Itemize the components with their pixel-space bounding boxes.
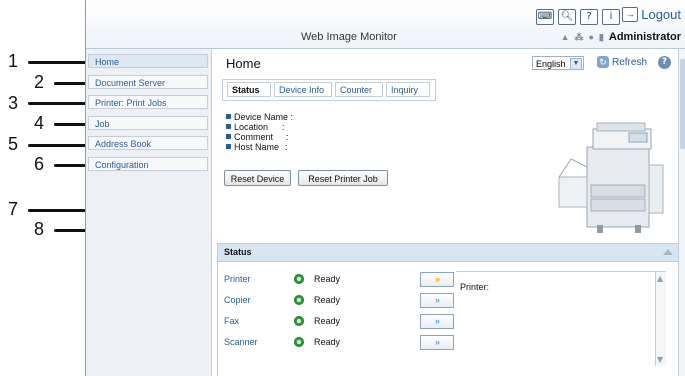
info-row-comment: Comment: <box>226 132 293 142</box>
bullet-icon <box>226 124 231 129</box>
scrollbar-thumb[interactable] <box>680 59 685 149</box>
web-image-monitor-window: ⌨ 🔍︎ ? i → Logout Web Image Monitor ▲ ⁂ … <box>85 0 685 376</box>
callout-4: 4 <box>34 113 45 133</box>
details-arrow-button[interactable]: » <box>420 272 454 287</box>
info-row-host-name: Host Name: <box>226 142 293 152</box>
scroll-up-icon[interactable]: ▲ <box>657 274 663 283</box>
detail-scrollbar[interactable]: ▲ ▼ <box>655 272 666 366</box>
bullet-icon <box>226 134 231 139</box>
device-state: Ready <box>314 316 341 326</box>
printer-image <box>558 122 664 233</box>
chevron-down-icon: ▼ <box>570 58 582 70</box>
callout-line-5 <box>28 144 90 147</box>
device-state: Ready <box>314 274 341 284</box>
logout-label: Logout <box>641 7 681 22</box>
keyboard-icon[interactable]: ⌨ <box>536 9 554 25</box>
callout-7: 7 <box>8 199 19 219</box>
callout-1: 1 <box>8 51 19 71</box>
document-icon: ▮ <box>598 31 604 42</box>
status-header[interactable]: Status <box>218 244 678 262</box>
header-icon-group: ⌨ 🔍︎ ? i <box>536 9 620 25</box>
window-scrollbar[interactable] <box>678 49 685 376</box>
device-name-link[interactable]: Copier <box>224 292 282 308</box>
callout-3: 3 <box>8 93 19 113</box>
printer-detail-box: Printer: ▲ ▼ <box>456 271 666 366</box>
tab-status[interactable]: Status <box>227 82 271 97</box>
details-arrow-button[interactable]: » <box>420 293 454 308</box>
collapse-up-icon[interactable] <box>663 249 673 255</box>
bullet-icon <box>226 114 231 119</box>
refresh-label: Refresh <box>612 56 648 68</box>
refresh-icon: ↻ <box>597 56 609 68</box>
details-arrow-button[interactable]: » <box>420 335 454 350</box>
callout-line-1 <box>28 61 90 64</box>
page-title: Home <box>226 56 261 71</box>
sidebar: Home Document Server Printer: Print Jobs… <box>86 49 212 376</box>
tab-inquiry[interactable]: Inquiry <box>386 82 430 97</box>
device-state: Ready <box>314 295 341 305</box>
callout-5: 5 <box>8 134 19 154</box>
tab-bar: Status Device Info Counter Inquiry <box>222 79 436 101</box>
sidebar-item-configuration[interactable]: Configuration <box>88 157 208 171</box>
app-title: Web Image Monitor <box>301 31 397 43</box>
reset-device-button[interactable]: Reset Device <box>224 170 291 186</box>
language-value: English <box>536 59 566 69</box>
help-circle-icon[interactable]: ? <box>658 56 671 69</box>
language-select[interactable]: English ▼ <box>532 56 584 70</box>
info-icon[interactable]: i <box>602 9 620 25</box>
header-bar: ⌨ 🔍︎ ? i → Logout Web Image Monitor ▲ ⁂ … <box>86 0 685 49</box>
user-row: ▲ ⁂ ● ▮ Administrator <box>561 31 681 43</box>
tab-device-info[interactable]: Device Info <box>274 82 332 97</box>
callout-line-3 <box>28 102 90 105</box>
printer-status-icon: ▲ <box>560 32 570 42</box>
scroll-down-icon[interactable]: ▼ <box>657 355 663 364</box>
ready-status-icon <box>294 274 304 284</box>
details-arrow-button[interactable]: » <box>420 314 454 329</box>
sidebar-item-document-server[interactable]: Document Server <box>88 75 208 89</box>
help-icon[interactable]: ? <box>580 9 598 25</box>
sidebar-item-job[interactable]: Job <box>88 116 208 130</box>
callout-2: 2 <box>34 72 45 92</box>
refresh-button[interactable]: ↻ Refresh <box>597 56 647 68</box>
network-icon: ⁂ <box>574 31 584 42</box>
search-icon[interactable]: 🔍︎ <box>558 9 576 25</box>
printer-detail-label: Printer: <box>460 282 490 292</box>
device-name-link[interactable]: Scanner <box>224 334 282 350</box>
logout-icon: → <box>622 7 639 22</box>
status-heading: Status <box>224 247 252 257</box>
device-state: Ready <box>314 337 341 347</box>
user-icon: ● <box>588 32 594 42</box>
device-info-list: Device Name : Location: Comment: Host Na… <box>226 112 293 152</box>
device-name-link[interactable]: Fax <box>224 313 282 329</box>
ready-status-icon <box>294 337 304 347</box>
sidebar-item-printer-print-jobs[interactable]: Printer: Print Jobs <box>88 95 208 109</box>
user-label: Administrator <box>608 31 681 43</box>
status-panel: Status Printer Ready » Copier Ready » Fa… <box>217 243 679 376</box>
callout-8: 8 <box>34 219 45 239</box>
device-name-link[interactable]: Printer <box>224 271 282 287</box>
callout-6: 6 <box>34 154 45 174</box>
main-content: Home English ▼ ↻ Refresh ? Status Device… <box>212 49 679 376</box>
info-row-location: Location: <box>226 122 293 132</box>
tab-counter[interactable]: Counter <box>335 82 383 97</box>
info-row-device-name: Device Name : <box>226 112 293 122</box>
bullet-icon <box>226 144 231 149</box>
reset-printer-job-button[interactable]: Reset Printer Job <box>298 170 388 186</box>
sidebar-item-home[interactable]: Home <box>88 54 208 68</box>
ready-status-icon <box>294 316 304 326</box>
sidebar-item-address-book[interactable]: Address Book <box>88 136 208 150</box>
ready-status-icon <box>294 295 304 305</box>
logout-link[interactable]: → Logout <box>622 7 681 22</box>
